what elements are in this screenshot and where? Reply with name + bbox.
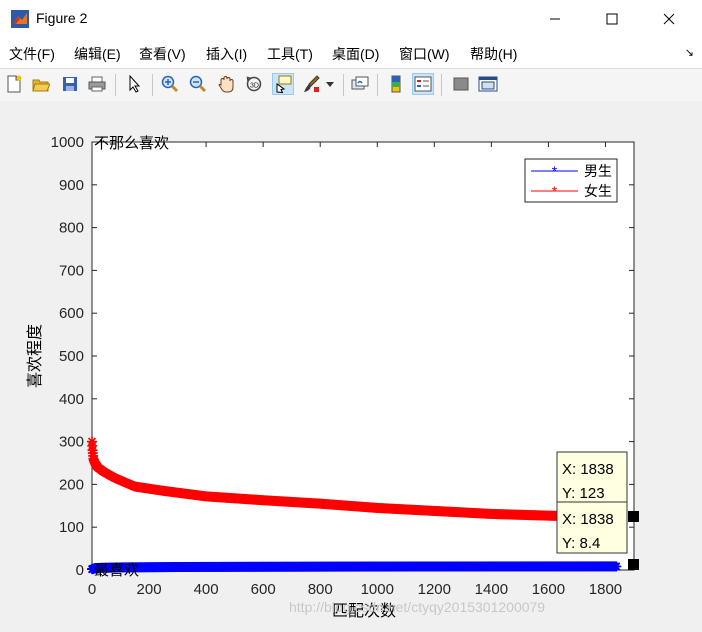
y-tick-label: 700 <box>59 262 84 279</box>
zoom-in-icon[interactable] <box>159 73 181 95</box>
x-tick-label: 800 <box>308 581 333 598</box>
pointer-icon[interactable] <box>124 73 146 95</box>
maximize-button[interactable] <box>589 0 635 38</box>
y-tick-label: 300 <box>59 434 84 451</box>
pan-icon[interactable] <box>215 73 237 95</box>
x-tick-label: 0 <box>88 581 96 598</box>
menu-edit[interactable]: 编辑(E) <box>74 44 121 64</box>
y-tick-label: 600 <box>59 305 84 322</box>
scatter-chart[interactable]: 0 100 200 300 400 500 600 700 800 900 1000 0 200 400… <box>0 101 702 628</box>
window-title: Figure 2 <box>36 10 88 26</box>
y-tick-label: 800 <box>59 220 84 237</box>
menu-insert[interactable]: 插入(I) <box>206 44 247 64</box>
svg-text:3D: 3D <box>250 83 259 90</box>
show-plot-tools-icon[interactable] <box>477 73 499 95</box>
menu-help[interactable]: 帮助(H) <box>470 44 517 64</box>
data-cursor-icon[interactable] <box>272 73 294 95</box>
y-tick-label: 0 <box>76 562 84 579</box>
save-icon[interactable] <box>59 73 81 95</box>
toolbar: 3D <box>0 68 702 102</box>
menu-view[interactable]: 查看(V) <box>139 44 186 64</box>
y-tick-label: 1000 <box>51 134 84 151</box>
datatip-female-marker[interactable] <box>628 511 639 522</box>
top-annotation: 不那么喜欢 <box>94 135 169 152</box>
open-file-icon[interactable] <box>30 73 52 95</box>
brush-dropdown-icon[interactable] <box>323 73 337 95</box>
x-tick-label: 1600 <box>532 581 565 598</box>
menu-window[interactable]: 窗口(W) <box>399 44 450 64</box>
y-tick-label: 400 <box>59 391 84 408</box>
colorbar-icon[interactable] <box>385 73 407 95</box>
y-axis-label: 喜欢程度 <box>26 324 44 388</box>
x-tick-label: 1400 <box>475 581 508 598</box>
bottom-annotation: 最喜欢 <box>94 562 139 579</box>
maximize-icon <box>606 13 618 25</box>
menu-bar: 文件(F) 编辑(E) 查看(V) 插入(I) 工具(T) 桌面(D) 窗口(W… <box>0 38 702 68</box>
datatip-female-x: X: 1838 <box>562 461 614 478</box>
data-point <box>611 561 622 572</box>
y-tick-label: 500 <box>59 348 84 365</box>
rotate-3d-icon[interactable]: 3D <box>243 73 265 95</box>
matlab-logo-icon <box>11 10 29 28</box>
svg-text:*: * <box>552 163 558 179</box>
figure-canvas: 0 100 200 300 400 500 600 700 800 900 1000 0 200 400… <box>0 101 702 628</box>
svg-text:*: * <box>552 183 558 199</box>
y-tick-label: 200 <box>59 476 84 493</box>
datatip-male-marker[interactable] <box>628 559 639 570</box>
x-tick-label: 1000 <box>361 581 394 598</box>
series-male <box>87 561 622 575</box>
print-icon[interactable] <box>86 73 108 95</box>
link-plot-icon[interactable] <box>349 73 371 95</box>
minimize-icon <box>550 18 560 20</box>
menu-desktop[interactable]: 桌面(D) <box>332 44 379 64</box>
brush-icon[interactable] <box>300 73 322 95</box>
hide-plot-tools-icon[interactable] <box>450 73 472 95</box>
new-figure-icon[interactable] <box>3 73 25 95</box>
legend-label-female: 女生 <box>584 183 612 199</box>
datatip-female-y: Y: 123 <box>562 485 605 502</box>
minimize-button[interactable] <box>532 0 578 38</box>
menu-file[interactable]: 文件(F) <box>9 44 55 64</box>
datatip-male-y: Y: 8.4 <box>562 535 600 552</box>
watermark-text: http://blog.csdn.net/ctyqy2015301200079 <box>289 599 545 615</box>
legend-box[interactable]: * 男生 * 女生 <box>524 158 618 203</box>
x-tick-label: 1800 <box>589 581 622 598</box>
x-tick-label: 600 <box>251 581 276 598</box>
x-tick-label: 1200 <box>418 581 451 598</box>
x-tick-label: 400 <box>194 581 219 598</box>
y-tick-label: 100 <box>59 519 84 536</box>
datatip-male-x: X: 1838 <box>562 511 614 528</box>
dock-arrow-icon[interactable]: ↘ <box>685 46 694 59</box>
zoom-out-icon[interactable] <box>187 73 209 95</box>
legend-label-male: 男生 <box>584 163 612 179</box>
close-icon <box>663 13 675 25</box>
x-tick-label: 200 <box>137 581 162 598</box>
menu-tools[interactable]: 工具(T) <box>267 44 313 64</box>
close-button[interactable] <box>646 0 692 38</box>
y-tick-label: 900 <box>59 177 84 194</box>
legend-icon[interactable] <box>412 73 434 95</box>
title-bar: Figure 2 <box>0 0 702 38</box>
